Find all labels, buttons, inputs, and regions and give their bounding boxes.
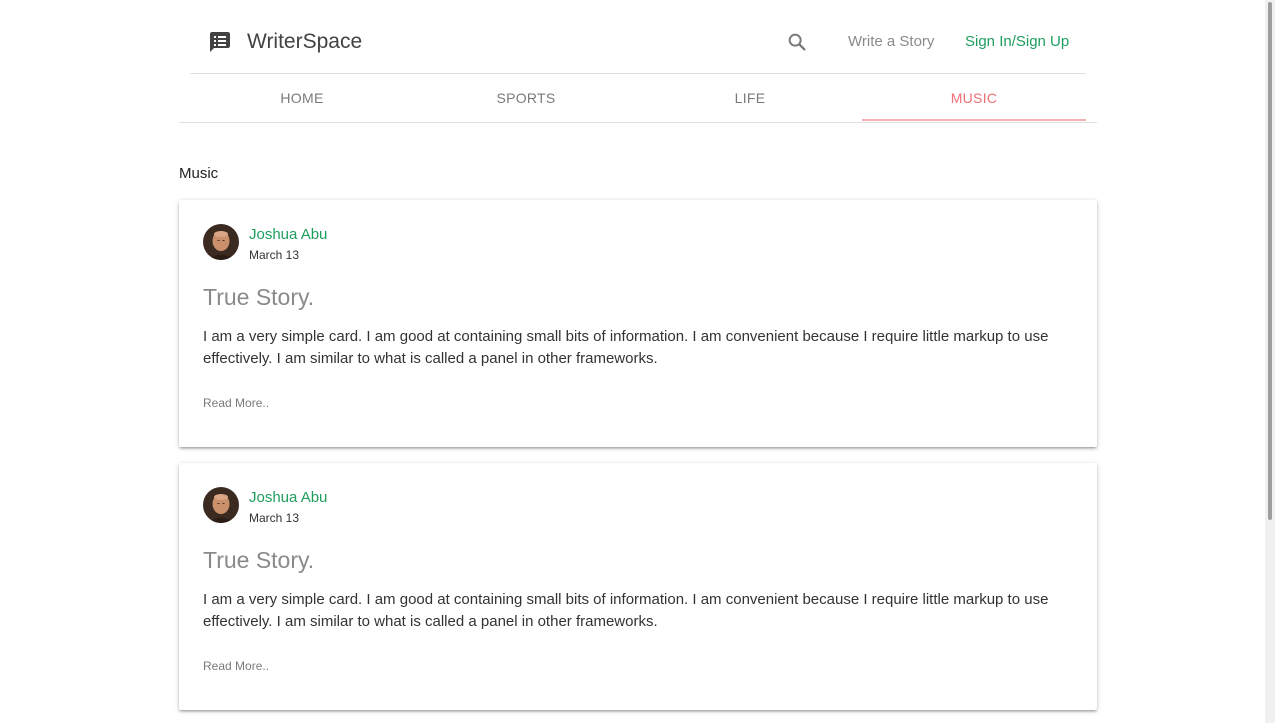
header: WriterSpace Write a Story Sign In/Sign U… [190,0,1086,74]
post-title: True Story. [203,547,315,573]
tab-life[interactable]: LIFE [638,74,862,122]
vertical-scrollbar[interactable] [1265,0,1275,723]
author-name[interactable]: Joshua Abu [249,489,327,506]
write-story-link[interactable]: Write a Story [848,33,934,50]
active-tab-indicator [862,119,1086,121]
read-more-link[interactable]: Read More.. [203,396,269,410]
scrollbar-thumb[interactable] [1268,2,1272,520]
signin-signup-link[interactable]: Sign In/Sign Up [965,33,1069,50]
post-title: True Story. [203,284,315,310]
brand-name: WriterSpace [247,30,363,53]
section-title: Music [179,165,219,182]
tab-sports[interactable]: SPORTS [414,74,638,122]
post-excerpt: I am a very simple card. I am good at co… [203,591,1049,630]
post-date: March 13 [249,511,300,525]
avatar[interactable] [203,487,239,523]
brand[interactable]: WriterSpace [208,28,362,56]
avatar[interactable] [203,224,239,260]
read-more-link[interactable]: Read More.. [203,659,269,673]
tab-music[interactable]: MUSIC [862,74,1086,122]
author-name[interactable]: Joshua Abu [249,226,327,243]
tab-home[interactable]: HOME [190,74,414,122]
post-date: March 13 [249,248,300,262]
search-icon[interactable] [786,31,808,53]
post-card: Joshua Abu March 13 True Story. I am a v… [179,463,1097,710]
category-tabs: HOME SPORTS LIFE MUSIC [179,74,1097,123]
page: WriterSpace Write a Story Sign In/Sign U… [0,0,1275,723]
post-card: Joshua Abu March 13 True Story. I am a v… [179,200,1097,447]
post-excerpt: I am a very simple card. I am good at co… [203,328,1049,367]
chat-icon [208,30,232,54]
